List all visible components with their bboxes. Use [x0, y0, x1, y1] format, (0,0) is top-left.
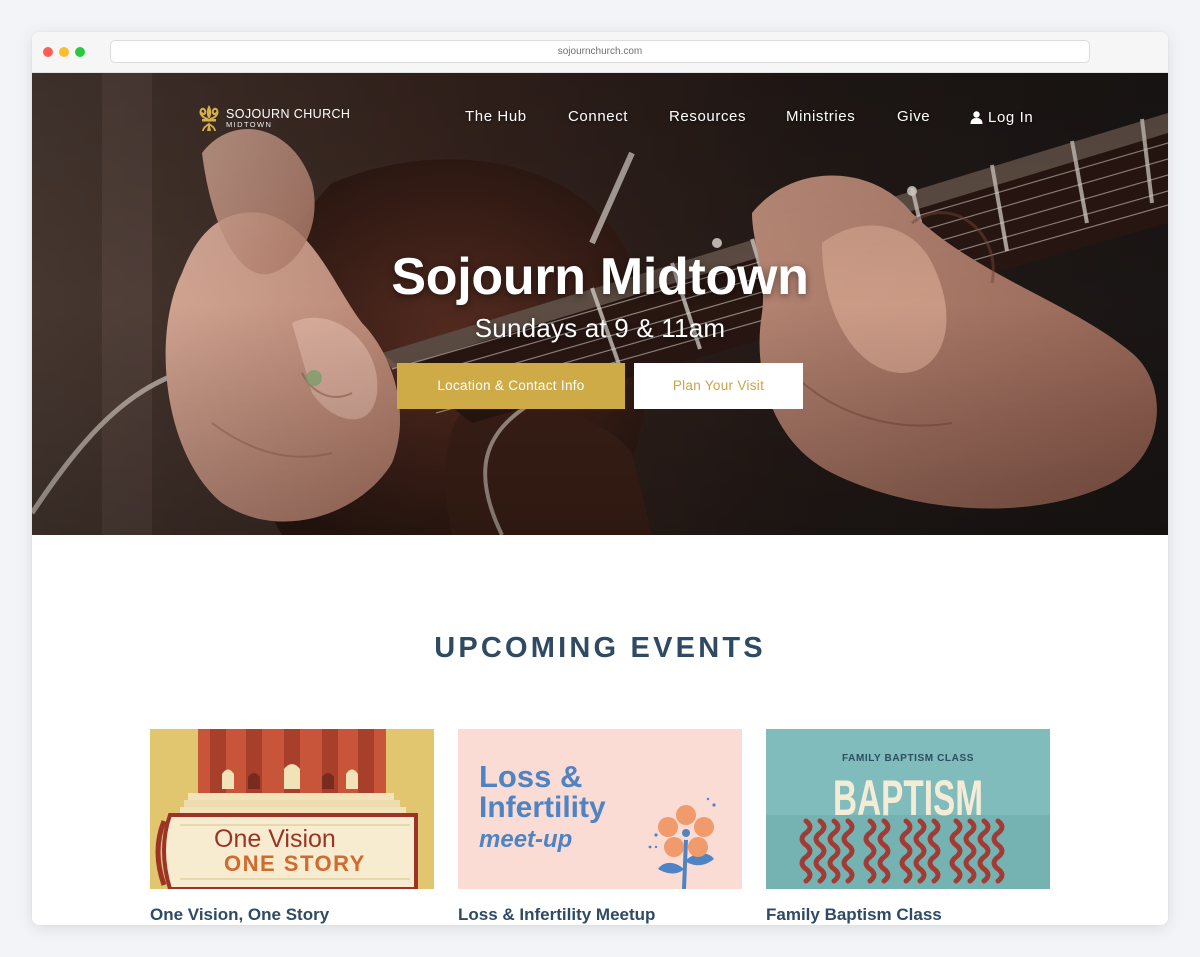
nav-item-the-hub[interactable]: The Hub — [465, 108, 527, 125]
hero-banner: SOJOURN CHURCH MIDTOWN The Hub Connect R… — [32, 73, 1168, 535]
event-image-one-vision[interactable]: One Vision ONE STORY — [150, 729, 434, 889]
one-vision-art-line2: ONE STORY — [224, 851, 366, 876]
loss-infertility-artwork: Loss & Infertility meet-up — [458, 729, 742, 889]
fleur-de-lis-icon — [199, 105, 219, 132]
one-vision-artwork: One Vision ONE STORY — [150, 729, 434, 889]
loss-art-line3: meet-up — [479, 826, 572, 853]
event-title-family-baptism[interactable]: Family Baptism Class — [766, 905, 942, 925]
address-bar[interactable]: sojournchurch.com — [110, 40, 1090, 63]
nav-item-connect[interactable]: Connect — [568, 108, 628, 125]
logo-name: SOJOURN CHURCH — [226, 107, 351, 121]
login-link[interactable]: Log In — [988, 109, 1033, 126]
location-contact-button[interactable]: Location & Contact Info — [397, 363, 625, 409]
event-image-family-baptism[interactable]: FAMILY BAPTISM CLASS BAPTISM — [766, 729, 1050, 889]
event-image-loss-infertility[interactable]: Loss & Infertility meet-up — [458, 729, 742, 889]
close-window-icon[interactable] — [43, 47, 53, 57]
maximize-window-icon[interactable] — [75, 47, 85, 57]
loss-art-line2: Infertility — [479, 791, 606, 824]
event-title-one-vision[interactable]: One Vision, One Story — [150, 905, 329, 925]
plan-your-visit-button[interactable]: Plan Your Visit — [634, 363, 803, 409]
minimize-window-icon[interactable] — [59, 47, 69, 57]
nav-item-give[interactable]: Give — [897, 108, 930, 125]
hero-subtitle: Sundays at 9 & 11am — [474, 313, 726, 343]
baptism-art-line2: BAPTISM — [833, 770, 983, 826]
baptism-art-line1: FAMILY BAPTISM CLASS — [842, 753, 974, 764]
nav-item-resources[interactable]: Resources — [669, 108, 746, 125]
nav-item-ministries[interactable]: Ministries — [786, 108, 855, 125]
upcoming-events-heading: UPCOMING EVENTS — [434, 632, 766, 664]
browser-toolbar: sojournchurch.com — [32, 32, 1168, 73]
logo-subtitle: MIDTOWN — [226, 120, 273, 129]
one-vision-art-line1: One Vision — [214, 825, 336, 853]
browser-window: sojournchurch.com SOJOURN CHURCH MIDTOWN… — [32, 32, 1168, 925]
baptism-artwork: FAMILY BAPTISM CLASS BAPTISM — [766, 729, 1050, 889]
hero-title: Sojourn Midtown — [391, 248, 809, 306]
user-icon[interactable] — [970, 111, 983, 124]
event-title-loss-infertility[interactable]: Loss & Infertility Meetup — [458, 905, 655, 925]
loss-art-line1: Loss & — [479, 759, 582, 794]
